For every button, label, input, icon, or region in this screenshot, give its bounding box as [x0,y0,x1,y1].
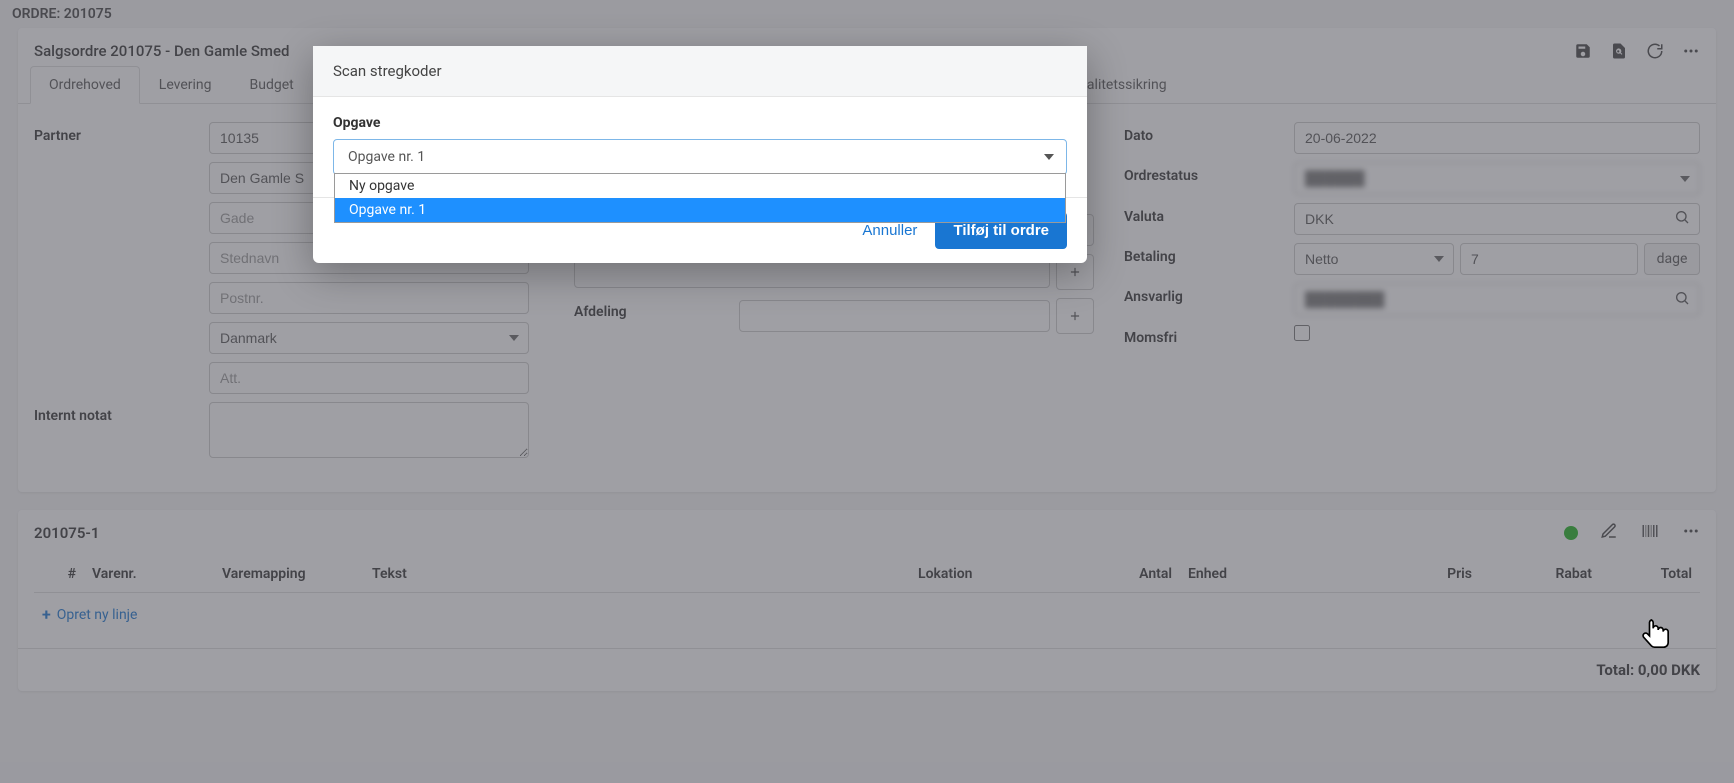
dato-label: Dato [1124,122,1294,144]
plus-icon: + [42,605,51,624]
col-num: # [34,556,84,593]
col-total: Total [1600,556,1700,593]
ansvarlig-input[interactable]: ████████ [1294,283,1700,316]
plus-button-2[interactable] [1056,298,1094,334]
cancel-button[interactable]: Annuller [862,222,917,239]
col-varenr: Varenr. [84,556,214,593]
scan-barcode-modal: Scan stregkoder Opgave Opgave nr. 1 Ny o… [313,46,1087,263]
save-icon[interactable] [1574,42,1592,60]
barcode-icon[interactable] [1640,522,1660,544]
col-enhed: Enhed [1180,556,1360,593]
opgave-option-new[interactable]: Ny opgave [335,174,1065,198]
lines-total: Total: 0,00 DKK [18,648,1716,691]
country-select[interactable]: Danmark [209,322,529,354]
tab-budget[interactable]: Budget [231,66,313,103]
edit-icon[interactable] [1600,522,1618,544]
partner-label: Partner [34,122,209,144]
internal-note-label: Internt notat [34,402,209,424]
valuta-label: Valuta [1124,203,1294,225]
col-lokation: Lokation [910,556,1110,593]
col-tekst: Tekst [364,556,910,593]
att-input[interactable] [209,362,529,394]
col-varemapping: Varemapping [214,556,364,593]
modal-title: Scan stregkoder [313,46,1087,97]
betaling-label: Betaling [1124,243,1294,265]
status-dot-icon [1564,526,1578,540]
ordrestatus-label: Ordrestatus [1124,162,1294,184]
opgave-label: Opgave [333,115,1067,131]
opgave-selected-value: Opgave nr. 1 [334,140,1066,174]
momsfri-checkbox[interactable] [1294,325,1310,341]
search-icon[interactable] [1674,290,1690,310]
search-icon[interactable] [1674,209,1690,229]
ansvarlig-label: Ansvarlig [1124,283,1294,305]
card-title: Salgsordre 201075 - Den Gamle Smed [34,36,289,66]
afdeling-input[interactable] [739,300,1050,332]
lines-title: 201075-1 [34,524,100,542]
tab-levering[interactable]: Levering [140,66,231,103]
afdeling-label: Afdeling [574,298,664,320]
betaling-term-select[interactable]: Netto [1294,243,1454,275]
refresh-icon[interactable] [1646,42,1664,60]
lines-table: # Varenr. Varemapping Tekst Lokation Ant… [34,556,1700,593]
col-pris: Pris [1360,556,1480,593]
chevron-down-icon [1044,154,1054,160]
ordrestatus-select[interactable]: ██████ [1294,162,1700,195]
momsfri-label: Momsfri [1124,324,1294,346]
dato-input[interactable] [1294,122,1700,154]
lines-card: 201075-1 # Varenr. Varemapping Tekst Lok… [18,510,1716,691]
opgave-select[interactable]: Opgave nr. 1 Ny opgave Opgave nr. 1 [333,139,1067,175]
new-line-label: Opret ny linje [57,607,138,623]
more-icon[interactable] [1682,522,1700,544]
betaling-days-input[interactable] [1460,243,1638,275]
zip-input[interactable] [209,282,529,314]
tab-ordrehoved[interactable]: Ordrehoved [30,66,140,104]
more-icon[interactable] [1682,42,1700,60]
page-title: ORDRE: 201075 [0,0,1734,28]
valuta-input[interactable] [1294,203,1700,235]
opgave-option-1[interactable]: Opgave nr. 1 [335,198,1065,222]
search-doc-icon[interactable] [1610,42,1628,60]
col-rabat: Rabat [1480,556,1600,593]
col-antal: Antal [1110,556,1180,593]
internal-note-textarea[interactable] [209,402,529,458]
betaling-unit: dage [1644,243,1700,275]
opgave-dropdown: Ny opgave Opgave nr. 1 [334,173,1066,223]
new-line-button[interactable]: + Opret ny linje [34,593,1700,636]
